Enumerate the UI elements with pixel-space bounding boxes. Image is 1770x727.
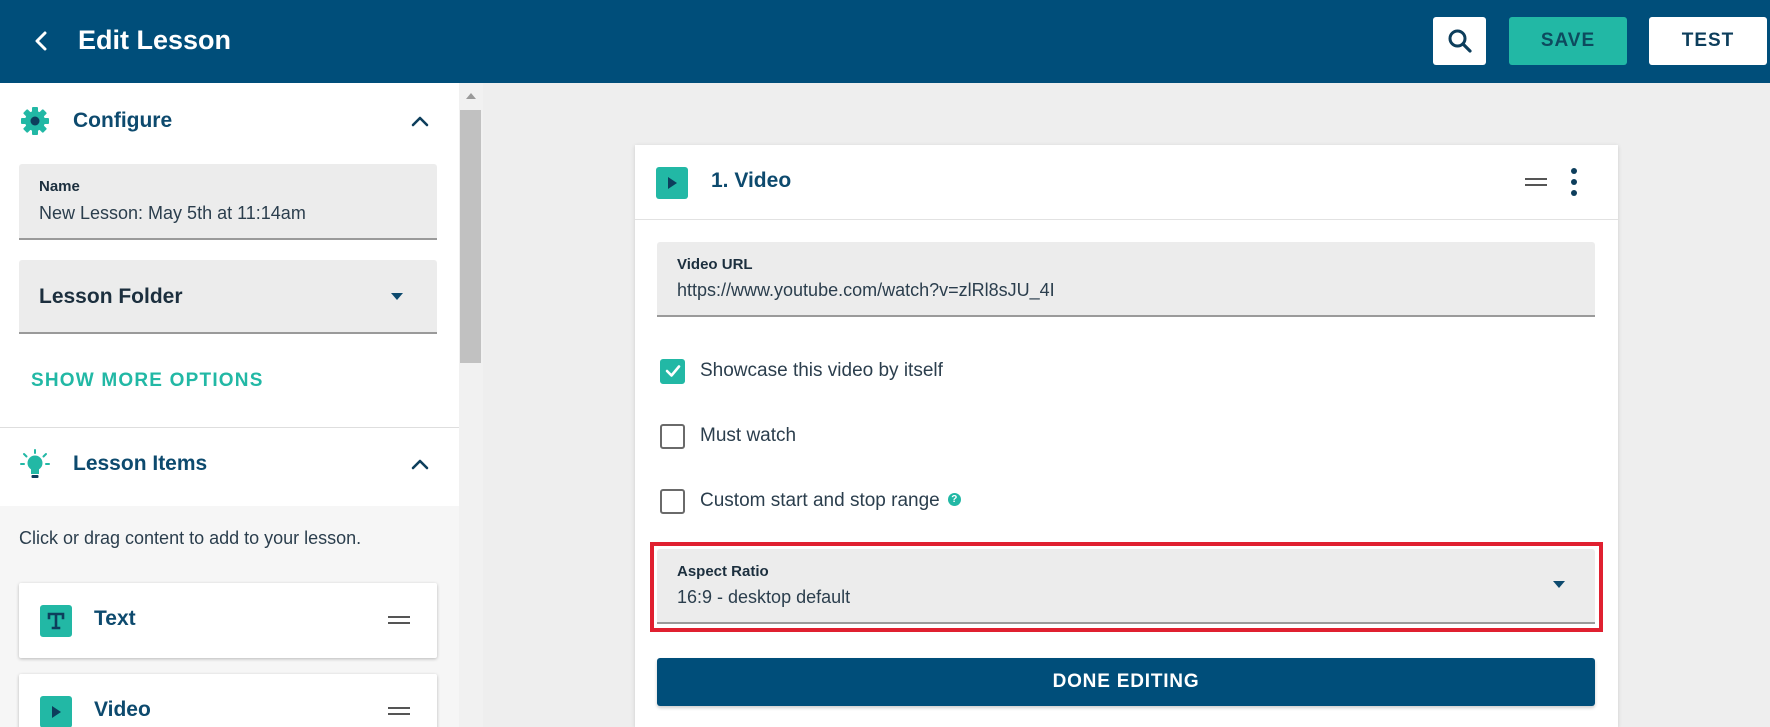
video-url-label: Video URL [677,256,753,273]
name-label: Name [39,178,80,195]
page-title: Edit Lesson [78,25,232,55]
card-title: 1. Video [711,169,792,192]
aspect-ratio-label: Aspect Ratio [677,563,769,580]
name-field[interactable]: Name New Lesson: May 5th at 11:14am [19,164,437,240]
scroll-up-arrow-icon[interactable] [466,93,476,99]
video-item-card: 1. Video Video URL https://www.youtube.c… [635,145,1618,727]
test-button[interactable]: TEST [1649,17,1767,65]
custom-range-checkbox[interactable]: Custom start and stop range ? [660,487,961,515]
sidebar: Configure Name New Lesson: May 5th at 11… [0,83,459,727]
aspect-ratio-value: 16:9 - desktop default [677,587,851,607]
help-icon[interactable]: ? [947,492,961,506]
drag-handle-icon[interactable] [388,705,410,717]
configure-section-header[interactable]: Configure [0,83,459,161]
more-options-icon[interactable] [1566,167,1582,197]
name-value: New Lesson: May 5th at 11:14am [39,203,306,223]
scroll-thumb[interactable] [460,110,481,363]
lesson-items-hint: Click or drag content to add to your les… [19,528,362,548]
search-button[interactable] [1433,17,1486,65]
lesson-folder-select[interactable]: Lesson Folder [19,260,437,334]
sidebar-scrollbar[interactable] [459,83,483,727]
lesson-folder-label: Lesson Folder [39,285,183,308]
chevron-left-icon [35,31,47,51]
lesson-items-title: Lesson Items [73,452,208,475]
lesson-item-text[interactable]: Text [19,583,437,658]
text-icon [40,605,72,637]
top-bar: Edit Lesson SAVE TEST [0,0,1770,83]
back-button[interactable] [26,26,56,56]
checkbox-label: Custom start and stop range [700,490,940,511]
play-icon [656,167,688,199]
dropdown-arrow-icon [391,293,403,300]
video-url-value: https://www.youtube.com/watch?v=zlRl8sJU… [677,280,1055,300]
lesson-item-label: Video [94,698,151,721]
chevron-up-icon[interactable] [410,456,430,472]
lesson-item-video[interactable]: Video [19,674,437,727]
lesson-item-label: Text [94,607,136,630]
checkbox-label: Must watch [700,425,797,446]
card-header: 1. Video [635,145,1618,220]
show-more-options-link[interactable]: SHOW MORE OPTIONS [31,370,264,392]
dropdown-arrow-icon [1553,581,1565,588]
checkbox-unchecked-icon[interactable] [660,423,685,449]
checkbox-checked-icon[interactable] [660,358,685,384]
video-url-field[interactable]: Video URL https://www.youtube.com/watch?… [657,242,1595,317]
must-watch-checkbox[interactable]: Must watch [660,422,796,450]
done-editing-button[interactable]: DONE EDITING [657,658,1595,706]
lightbulb-icon [20,449,50,478]
chevron-up-icon[interactable] [410,113,430,129]
search-icon [1448,29,1472,53]
showcase-checkbox[interactable]: Showcase this video by itself [660,357,943,385]
play-icon [40,696,72,727]
aspect-ratio-select[interactable]: Aspect Ratio 16:9 - desktop default [657,549,1595,624]
drag-handle-icon[interactable] [1525,176,1547,188]
checkbox-label: Showcase this video by itself [700,360,943,381]
save-button[interactable]: SAVE [1509,17,1627,65]
checkbox-unchecked-icon[interactable] [660,488,685,514]
drag-handle-icon[interactable] [388,614,410,626]
lesson-items-section-header[interactable]: Lesson Items [0,426,459,504]
gear-icon [21,107,49,135]
configure-title: Configure [73,109,173,132]
